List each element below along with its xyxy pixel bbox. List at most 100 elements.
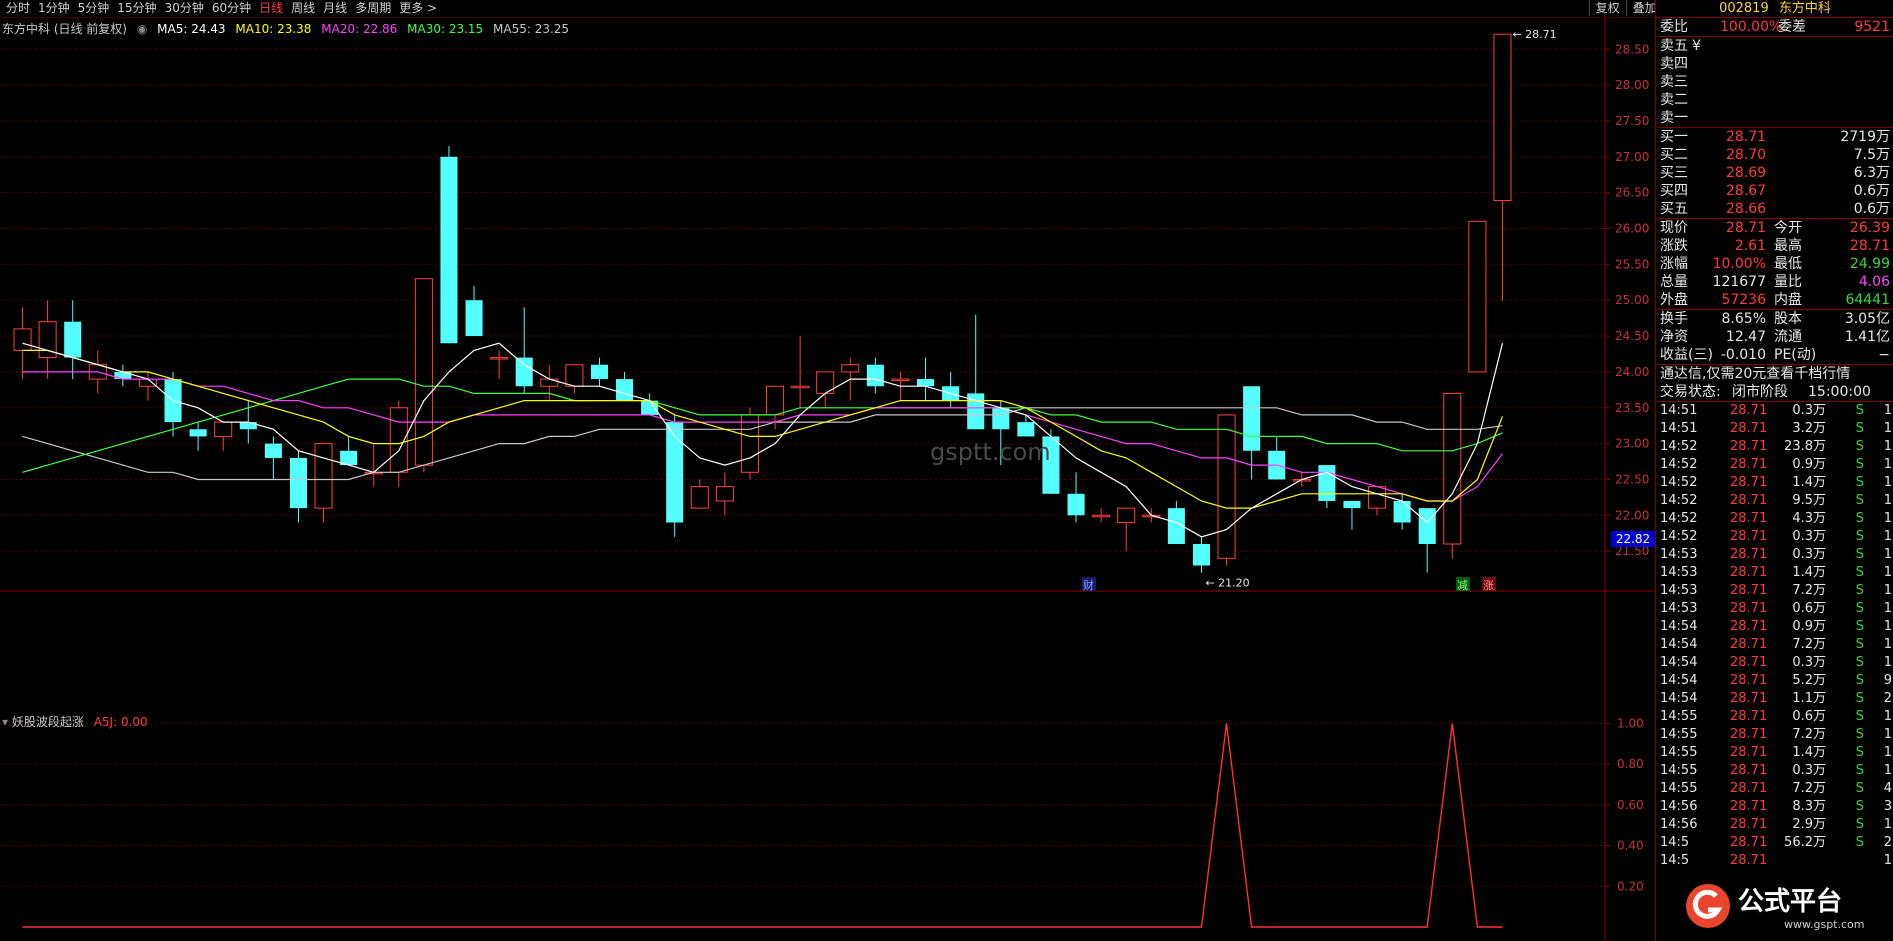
tick-volume: 0.6万 [1792,601,1826,616]
tick-direction: S [1855,475,1864,490]
stat-value: 24.99 [1849,256,1890,272]
tick-count: 9 [1883,673,1892,688]
event-zhang: 涨 [1483,579,1494,592]
tick-row: 14:54 28.71 0.3万 S 1 [1656,654,1893,672]
ma5-label: MA5: 24.43 [157,22,226,36]
buy-volume: 6.3万 [1853,165,1890,181]
tick-direction: S [1855,403,1864,418]
tick-time: 14:52 [1660,439,1698,454]
tick-time: 14:5 [1660,853,1690,868]
tick-price: 28.71 [1730,727,1768,742]
candle-body [515,357,533,387]
promo-link[interactable]: 通达信,仅需20元查看千档行情 [1656,365,1893,383]
candle-body [590,364,608,380]
y-tick-label: 22.50 [1615,472,1649,486]
period-tabs: 分时 1分钟 5分钟 15分钟 30分钟 60分钟 日线 周线 月线 多周期 更多 > [2,0,441,16]
tick-row: 14:51 28.71 3.2万 S 1 [1656,420,1893,438]
period-tab[interactable]: 分时 [2,0,34,16]
tick-price: 28.71 [1730,745,1768,760]
stat-row: 外盘 57236 内盘 64441 [1656,291,1893,309]
kline-chart[interactable]: 28.50 28.00 27.50 27.00 26.50 26.00 25.50 25.00… [0,17,1655,941]
tick-row: 14:53 28.71 0.6万 S 1 [1656,600,1893,618]
tick-count: 1 [1883,727,1892,742]
tick-count: 2 [1883,691,1892,706]
candle-body [740,414,759,473]
sell-orders: 卖五 ¥ 卖四 卖三 卖二 卖一 [1656,37,1893,127]
candle-body [891,378,910,382]
period-tab[interactable]: 更多 > [395,0,441,16]
tick-row: 14:51 28.71 0.3万 S 1 [1656,402,1893,420]
tick-direction: S [1855,637,1864,652]
tick-volume: 0.9万 [1792,619,1826,634]
candle-body [565,364,584,387]
y-tick-label: 25.00 [1615,293,1649,307]
event-cai: 财 [1083,578,1094,592]
tick-volume: 2.9万 [1792,817,1826,832]
tick-row: 14:55 28.71 7.2万 S 1 [1656,726,1893,744]
period-tab[interactable]: 周线 [287,0,319,16]
legend-dot-icon[interactable]: ◉ [137,22,147,36]
period-tab[interactable]: 30分钟 [161,0,208,16]
candle-body [1393,500,1411,523]
tick-direction: S [1855,709,1864,724]
status-value: 闭市阶段 [1732,384,1788,400]
tick-time: 14:54 [1660,691,1698,706]
stat-label: 今开 [1774,220,1802,236]
y-tick-label: 26.00 [1615,222,1649,236]
period-tab[interactable]: 1分钟 [34,0,74,16]
tick-volume: 7.2万 [1792,727,1826,742]
weibi-row: 委比 100.00% 委差 9521 [1656,18,1893,36]
logo-text: 公式平台 [1738,886,1842,917]
toolbar-button[interactable]: 复权 [1588,0,1626,16]
tick-count: 1 [1883,745,1892,760]
candle-body [1117,507,1136,523]
candle-body [314,443,333,509]
y-tick-label: 28.00 [1615,78,1649,92]
period-tab[interactable]: 15分钟 [113,0,160,16]
tick-time: 14:54 [1660,637,1698,652]
tick-row: 14:54 28.71 0.9万 S 1 [1656,618,1893,636]
tick-time: 14:53 [1660,583,1698,598]
tick-direction: S [1855,457,1864,472]
y-tick-label: 23.00 [1615,437,1649,451]
tick-price: 28.71 [1730,673,1768,688]
period-tab[interactable]: 5分钟 [74,0,114,16]
stat-value: 3.05亿 [1844,311,1890,327]
indicator-arrow-icon[interactable]: ▾ [2,715,8,729]
low-marker: ← 21.20 [1205,577,1249,590]
tick-volume: 9.5万 [1792,493,1826,508]
stat-label: 量比 [1774,274,1802,290]
period-tab[interactable]: 日线 [255,0,287,16]
tick-row: 14:52 28.71 0.3万 S 1 [1656,528,1893,546]
tick-time: 14:53 [1660,547,1698,562]
tick-direction: S [1855,835,1864,850]
stat-label: 净资 [1660,329,1688,345]
tick-volume: 0.3万 [1792,547,1826,562]
y-tick-label: 22.00 [1615,508,1649,522]
buy-volume: 2719万 [1840,129,1890,145]
tick-list[interactable]: 14:51 28.71 0.3万 S 1 14:51 28.71 3.2万 S 1 14:52 28.… [1656,402,1893,870]
buy-label: 买三 [1660,165,1688,181]
period-tab[interactable]: 60分钟 [208,0,255,16]
ind-y-tick-label: 0.20 [1617,879,1644,893]
ma20-label: MA20: 22.86 [321,22,398,36]
status-time: 15:00:00 [1808,384,1871,400]
ma55-label: MA55: 23.25 [493,22,570,36]
tick-count: 1 [1883,853,1892,868]
candle-body [1192,543,1210,566]
period-tab[interactable]: 多周期 [351,0,395,16]
period-tab[interactable]: 月线 [319,0,351,16]
stat-row: 换手 8.65% 股本 3.05亿 [1656,310,1893,328]
tick-count: 4 [1883,781,1892,796]
candle-body [1243,386,1261,451]
tick-price: 28.71 [1730,457,1768,472]
tick-time: 14:52 [1660,457,1698,472]
stat-value: 121677 [1712,274,1766,290]
tick-row: 14:56 28.71 8.3万 S 3 [1656,798,1893,816]
tick-time: 14:55 [1660,763,1698,778]
tick-count: 3 [1883,799,1892,814]
tick-time: 14:55 [1660,727,1698,742]
buy-label: 买五 [1660,201,1688,217]
stat-label: 流通 [1774,329,1802,345]
tick-volume: 0.3万 [1792,763,1826,778]
